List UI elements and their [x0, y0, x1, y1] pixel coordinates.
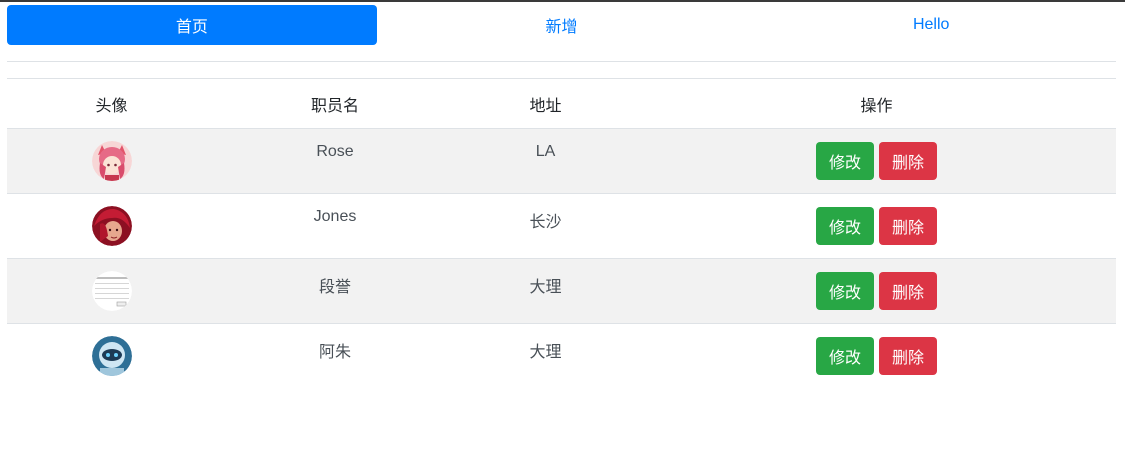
actions-cell: 修改 删除	[637, 324, 1116, 388]
delete-button[interactable]: 删除	[879, 142, 937, 180]
divider	[7, 61, 1116, 62]
employee-name: Jones	[313, 208, 357, 225]
employee-address: 长沙	[529, 214, 562, 231]
employee-name: Rose	[316, 143, 354, 160]
avatar	[91, 206, 132, 246]
avatar-cell	[7, 194, 216, 258]
employee-address: LA	[535, 143, 556, 160]
avatar	[91, 141, 132, 181]
nav-pills: 首页 新增 Hello	[7, 5, 1116, 45]
avatar	[91, 271, 132, 311]
nav-item-home[interactable]: 首页	[7, 5, 377, 45]
nav-item-hello[interactable]: Hello	[746, 5, 1116, 45]
delete-button[interactable]: 删除	[879, 337, 937, 375]
actions-cell: 修改 删除	[637, 259, 1116, 323]
header-address: 地址	[529, 97, 562, 115]
avatar-cell	[7, 259, 216, 323]
table-header-row: 头像 职员名 地址 操作	[7, 79, 1116, 128]
header-avatar: 头像	[95, 97, 128, 115]
table-row: Rose LA 修改 删除	[7, 128, 1116, 193]
employee-address: 大理	[529, 279, 562, 296]
employee-name: 阿朱	[318, 344, 351, 361]
delete-button[interactable]: 删除	[879, 272, 937, 310]
employee-name: 段誉	[318, 279, 351, 296]
edit-button[interactable]: 修改	[816, 272, 874, 310]
avatar	[91, 336, 132, 376]
employee-table: 头像 职员名 地址 操作 Rose LA 修改 删除 Jones 长沙 修改 删…	[7, 78, 1116, 388]
edit-button[interactable]: 修改	[816, 207, 874, 245]
table-row: 段誉 大理 修改 删除	[7, 258, 1116, 323]
employee-address: 大理	[529, 344, 562, 361]
edit-button[interactable]: 修改	[816, 337, 874, 375]
avatar-cell	[7, 129, 216, 193]
actions-cell: 修改 删除	[637, 194, 1116, 258]
header-name: 职员名	[310, 97, 359, 115]
table-row: Jones 长沙 修改 删除	[7, 193, 1116, 258]
top-border	[0, 0, 1125, 2]
avatar-cell	[7, 324, 216, 388]
nav-item-add[interactable]: 新增	[377, 5, 747, 45]
delete-button[interactable]: 删除	[879, 207, 937, 245]
header-actions: 操作	[860, 97, 893, 115]
actions-cell: 修改 删除	[637, 129, 1116, 193]
table-row: 阿朱 大理 修改 删除	[7, 323, 1116, 388]
edit-button[interactable]: 修改	[816, 142, 874, 180]
